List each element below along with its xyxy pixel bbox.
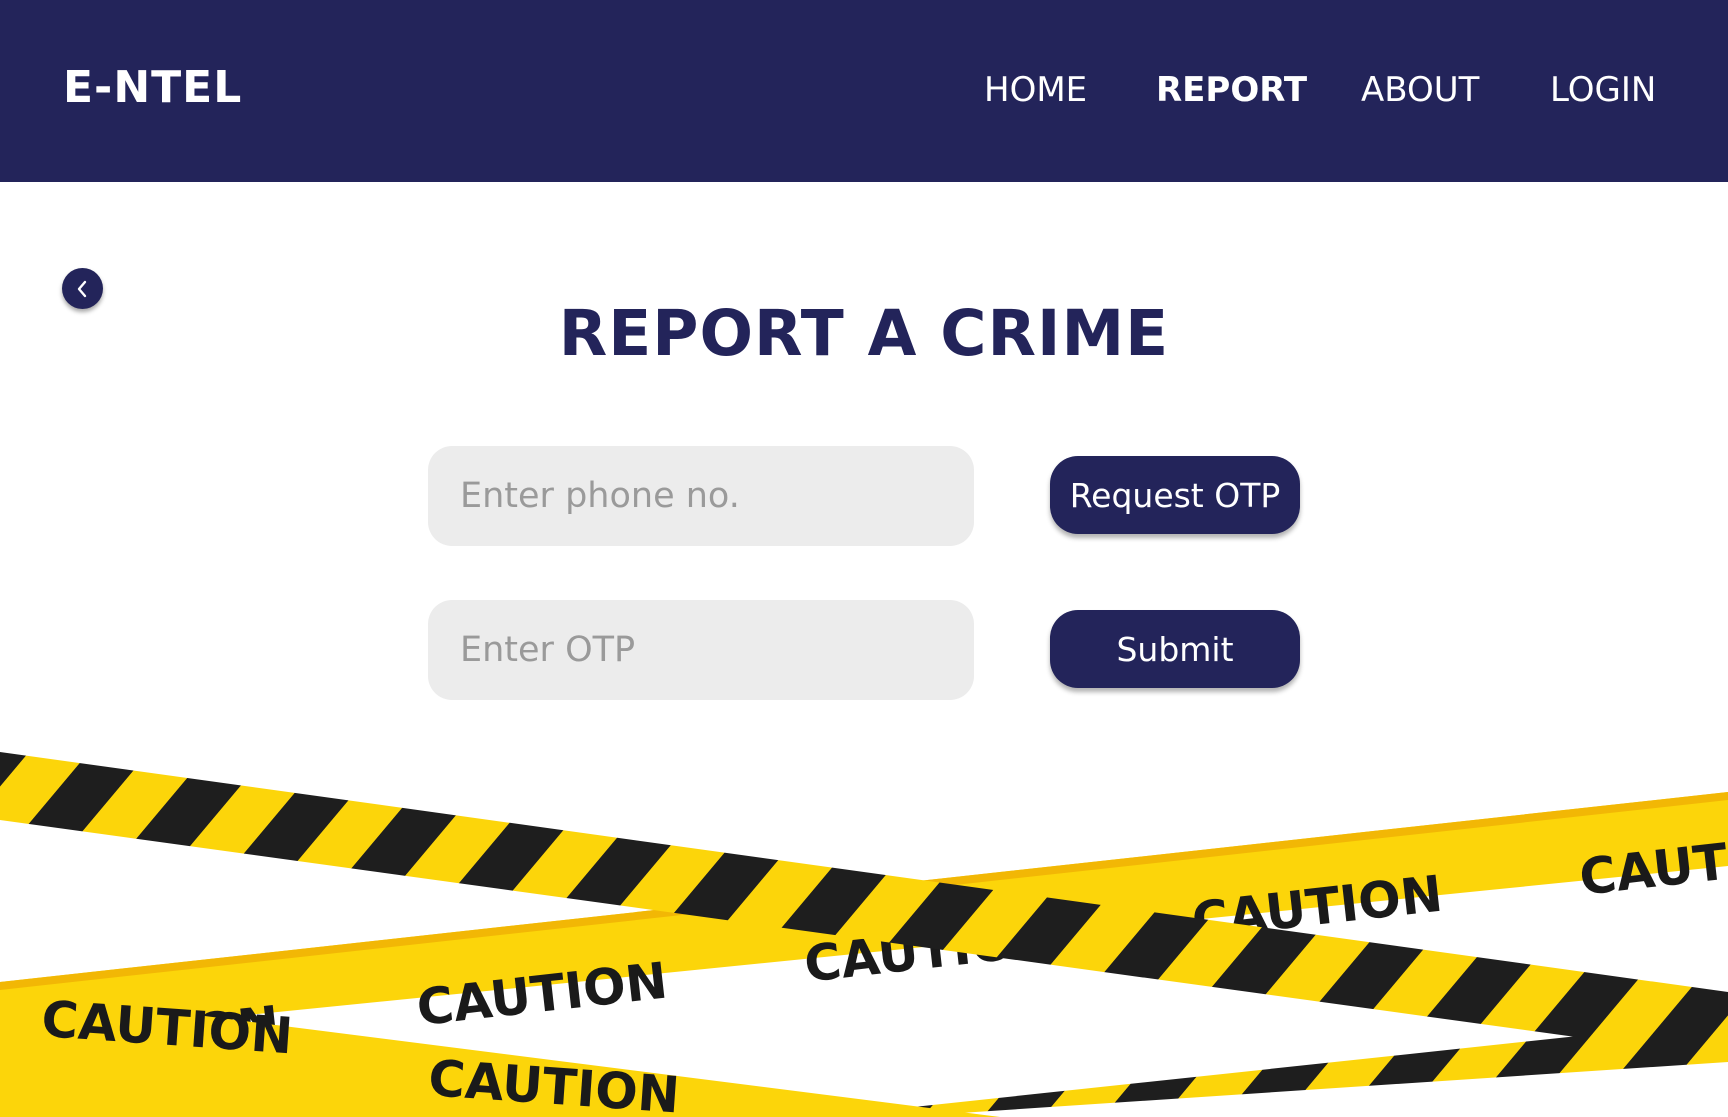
tape-text: CAUTION (427, 1049, 682, 1117)
brand-logo[interactable]: E-NTEL (63, 62, 242, 113)
top-navbar: E-NTEL HOME REPORT ABOUT LOGIN (0, 0, 1728, 182)
otp-input[interactable] (428, 600, 974, 700)
nav-report-link[interactable]: REPORT (1156, 70, 1307, 110)
chevron-left-icon (77, 280, 86, 297)
nav-about-link[interactable]: ABOUT (1361, 70, 1479, 110)
nav-login-link[interactable]: LOGIN (1550, 70, 1656, 110)
caution-tape-illustration: CAUTION CAUTION CAUTION CAUTION CAUTION … (0, 752, 1728, 1117)
page-title: REPORT A CRIME (558, 297, 1170, 370)
request-otp-button[interactable]: Request OTP (1050, 456, 1300, 534)
phone-number-input[interactable] (428, 446, 974, 546)
submit-button[interactable]: Submit (1050, 610, 1300, 688)
nav-home-link[interactable]: HOME (984, 70, 1087, 110)
